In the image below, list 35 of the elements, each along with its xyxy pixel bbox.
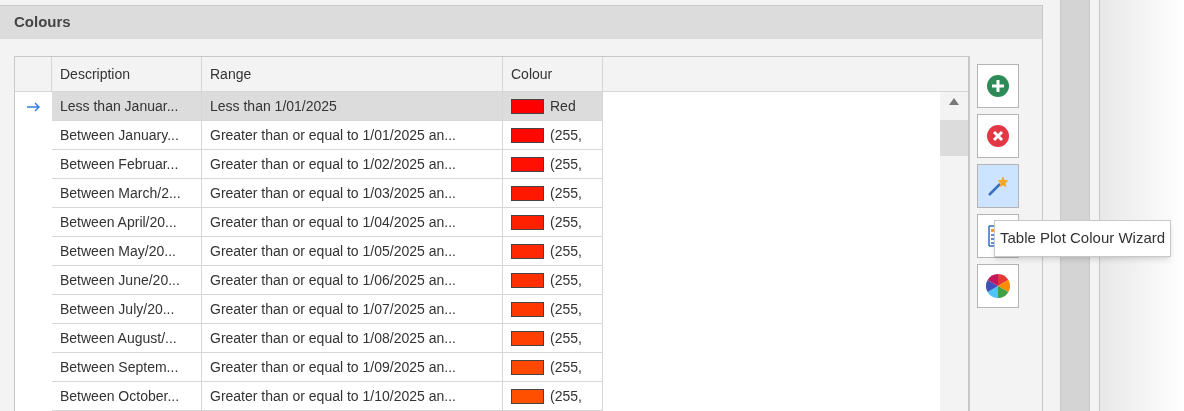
table-cell: Greater than or equal to 1/02/2025 an...: [202, 150, 503, 178]
table-cell-text: (255,: [550, 154, 582, 174]
table-cell: Greater than or equal to 1/09/2025 an...: [202, 353, 503, 381]
table-cell: Greater than or equal to 1/06/2025 an...: [202, 266, 503, 294]
tooltip: Table Plot Colour Wizard: [994, 220, 1172, 257]
table-cell-text: (255,: [550, 328, 582, 348]
table-cell: Between October...: [52, 382, 202, 410]
table-cell: Greater than or equal to 1/03/2025 an...: [202, 179, 503, 207]
table-cell: Less than Januar...: [52, 92, 202, 120]
table-cell: Greater than or equal to 1/07/2025 an...: [202, 295, 503, 323]
table-cell: Less than 1/01/2025: [202, 92, 503, 120]
table-cell: Between July/20...: [52, 295, 202, 323]
table-cell: Between Februar...: [52, 150, 202, 178]
table-cell-text: (255,: [550, 212, 582, 232]
table-cell-text: (255,: [550, 270, 582, 290]
table-cell: Between January...: [52, 121, 202, 149]
panel-title: Colours: [14, 12, 71, 33]
table-cell: Between April/20...: [52, 208, 202, 236]
table-cell: Greater than or equal to 1/01/2025 an...: [202, 121, 503, 149]
table-cell-text: (255,: [550, 357, 582, 377]
table-cell-text: Red: [550, 96, 576, 116]
table-cell: Between August/...: [52, 324, 202, 352]
table-cell: Between Septem...: [52, 353, 202, 381]
table-cell-text: (255,: [550, 183, 582, 203]
table-cell-text: (255,: [550, 299, 582, 319]
table-cell: Between March/2...: [52, 179, 202, 207]
table-cell: Between June/20...: [52, 266, 202, 294]
table-cell: Greater than or equal to 1/08/2025 an...: [202, 324, 503, 352]
table-cell-text: (255,: [550, 125, 582, 145]
table-cell: Between May/20...: [52, 237, 202, 265]
table-cell-text: (255,: [550, 241, 582, 261]
table-cell-text: (255,: [550, 386, 582, 406]
table-cell: Greater than or equal to 1/04/2025 an...: [202, 208, 503, 236]
table-cell: Greater than or equal to 1/10/2025 an...: [202, 382, 503, 410]
table-cell: Greater than or equal to 1/05/2025 an...: [202, 237, 503, 265]
